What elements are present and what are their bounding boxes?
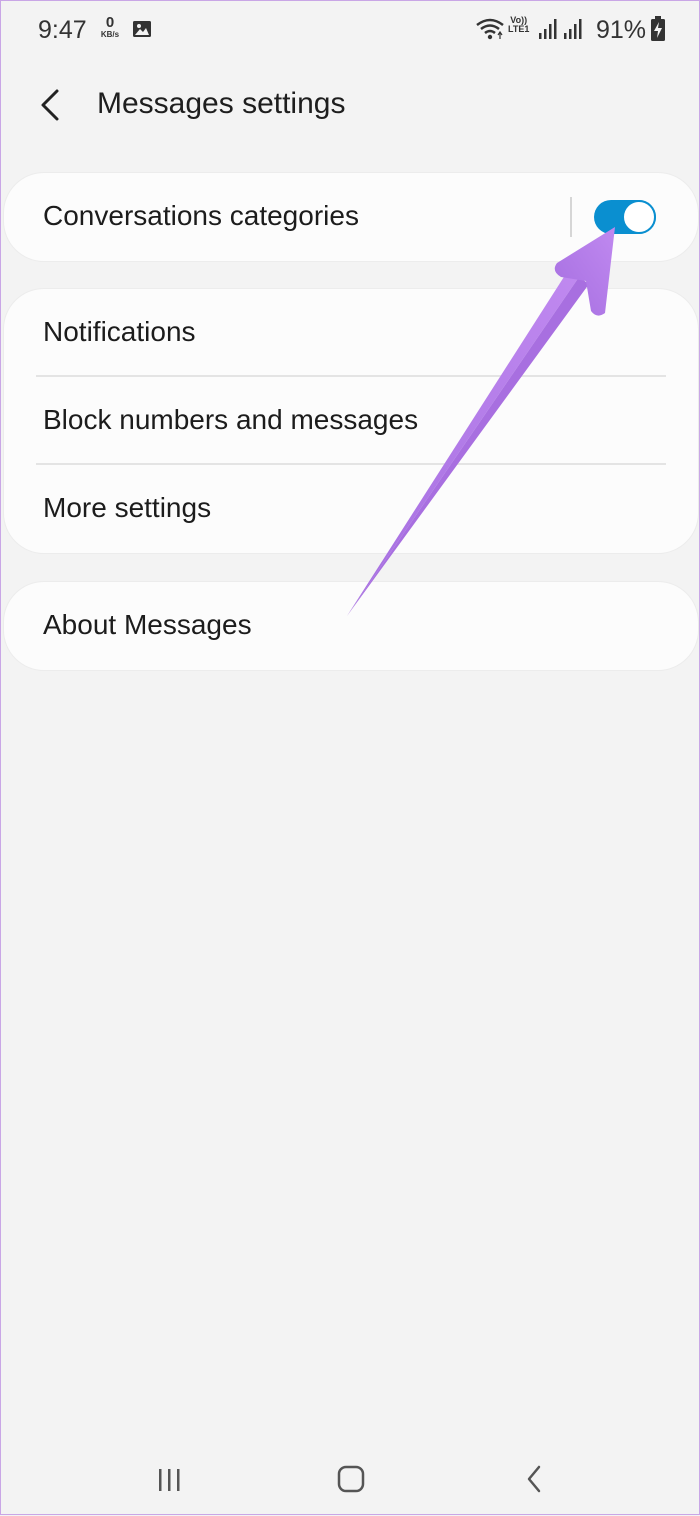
about-card: About Messages — [4, 582, 698, 670]
conversations-categories-toggle[interactable] — [594, 200, 656, 234]
back-icon — [527, 1465, 541, 1493]
conversations-categories-label: Conversations categories — [43, 200, 359, 231]
network-speed: 0 KB/s — [95, 15, 125, 39]
signal-bars-icon — [564, 19, 582, 39]
battery-charging-icon — [651, 16, 665, 41]
recents-icon — [159, 1469, 180, 1491]
settings-item-label: About Messages — [43, 609, 252, 640]
page-title: Messages settings — [97, 87, 346, 120]
status-time: 9:47 — [38, 16, 87, 44]
signal-bars-icon — [539, 19, 557, 39]
toggle-knob — [622, 200, 656, 234]
home-icon — [337, 1465, 365, 1493]
back-button[interactable] — [29, 83, 77, 131]
image-icon — [133, 21, 151, 37]
wifi-icon — [476, 18, 504, 40]
row-separator — [570, 197, 572, 237]
settings-item-block-numbers[interactable]: Block numbers and messages — [4, 377, 698, 465]
settings-item-notifications[interactable]: Notifications — [4, 289, 698, 377]
home-button[interactable] — [327, 1459, 375, 1499]
battery-percent: 91% — [596, 16, 647, 44]
volte-bottom: LTE1 — [508, 24, 530, 35]
settings-item-label: Notifications — [43, 316, 196, 347]
system-nav-bar — [1, 1441, 699, 1516]
network-speed-unit: KB/s — [100, 30, 120, 39]
settings-group-card: Notifications Block numbers and messages… — [4, 289, 698, 553]
recents-button[interactable] — [146, 1459, 194, 1499]
chevron-left-icon — [41, 89, 59, 121]
settings-item-more-settings[interactable]: More settings — [4, 465, 698, 553]
volte-indicator: Vo)) LTE1 — [508, 15, 530, 35]
conversations-categories-row[interactable]: Conversations categories — [4, 173, 698, 261]
conversations-categories-card: Conversations categories — [4, 173, 698, 261]
network-speed-value: 0 — [105, 14, 115, 31]
settings-item-label: More settings — [43, 492, 212, 523]
nav-back-button[interactable] — [511, 1459, 559, 1499]
settings-item-label: Block numbers and messages — [43, 404, 419, 435]
app-header: Messages settings — [1, 71, 699, 141]
settings-item-about[interactable]: About Messages — [4, 582, 698, 670]
status-bar: 9:47 0 KB/s Vo)) LTE1 91% — [1, 1, 699, 61]
